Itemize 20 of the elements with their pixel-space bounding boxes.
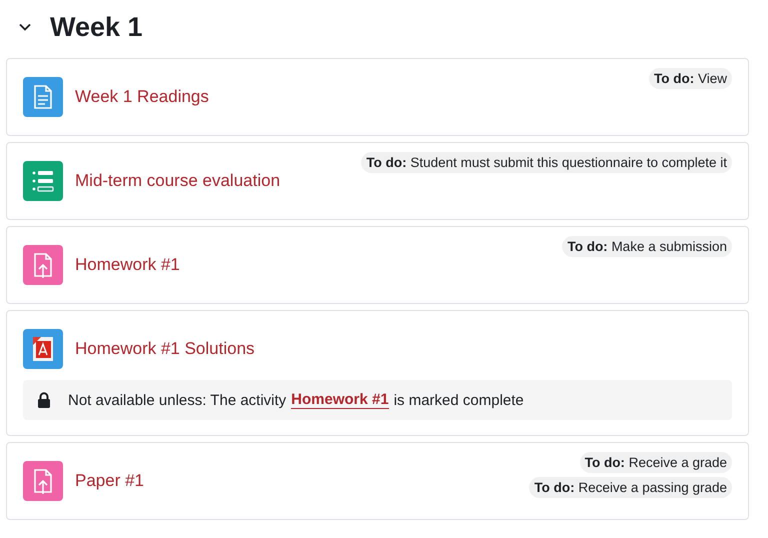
activity-link[interactable]: Mid-term course evaluation: [75, 171, 350, 191]
completion-badge: To do: Receive a grade: [580, 452, 732, 473]
file-upload-icon: [23, 461, 63, 501]
section-title: Week 1: [50, 12, 143, 42]
completion-badge: To do: Receive a passing grade: [529, 477, 732, 498]
activity-link[interactable]: Homework #1: [75, 255, 550, 275]
pdf-file-icon: [23, 329, 63, 369]
checklist-icon: [23, 161, 63, 201]
activity-link[interactable]: Week 1 Readings: [75, 87, 637, 107]
file-upload-icon: [23, 245, 63, 285]
activity-link[interactable]: Paper #1: [75, 471, 518, 491]
document-icon: [23, 77, 63, 117]
completion-badge: To do: Student must submit this questionnaire to complete it: [361, 152, 732, 173]
restriction-text: is marked complete: [394, 392, 524, 408]
restriction-text: Not available unless: The activity: [68, 392, 286, 408]
completion-badge: To do: View: [648, 68, 732, 89]
activity-link[interactable]: Homework #1: [291, 391, 389, 409]
activity-link[interactable]: Homework #1 Solutions: [75, 339, 732, 359]
lock-icon: [37, 392, 51, 408]
completion-badge: To do: Make a submission: [562, 236, 732, 257]
